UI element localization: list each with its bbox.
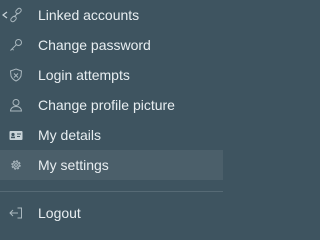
key-icon bbox=[8, 37, 24, 53]
menu-item-logout[interactable]: Logout bbox=[0, 198, 223, 228]
gear-icon bbox=[8, 157, 24, 173]
menu-item-linked-accounts[interactable]: Linked accounts bbox=[0, 0, 223, 30]
menu-item-label: Logout bbox=[38, 205, 81, 221]
account-menu: Linked accounts Change password Login at… bbox=[0, 0, 223, 225]
menu-divider bbox=[0, 191, 223, 192]
logout-icon bbox=[8, 205, 24, 221]
menu-item-label: Change password bbox=[38, 37, 151, 53]
id-card-icon bbox=[8, 127, 24, 143]
menu-item-my-settings[interactable]: My settings bbox=[0, 150, 223, 180]
menu-item-login-attempts[interactable]: Login attempts bbox=[0, 60, 223, 90]
menu-item-change-password[interactable]: Change password bbox=[0, 30, 223, 60]
menu-item-label: My details bbox=[38, 127, 102, 143]
menu-item-change-profile-picture[interactable]: Change profile picture bbox=[0, 90, 223, 120]
link-icon bbox=[8, 7, 24, 23]
menu-item-label: Change profile picture bbox=[38, 97, 175, 113]
menu-item-my-details[interactable]: My details bbox=[0, 120, 223, 150]
menu-item-label: Login attempts bbox=[38, 67, 130, 83]
shield-icon bbox=[8, 67, 24, 83]
menu-item-label: Linked accounts bbox=[38, 7, 140, 23]
user-icon bbox=[8, 97, 24, 113]
menu-item-label: My settings bbox=[38, 157, 109, 173]
